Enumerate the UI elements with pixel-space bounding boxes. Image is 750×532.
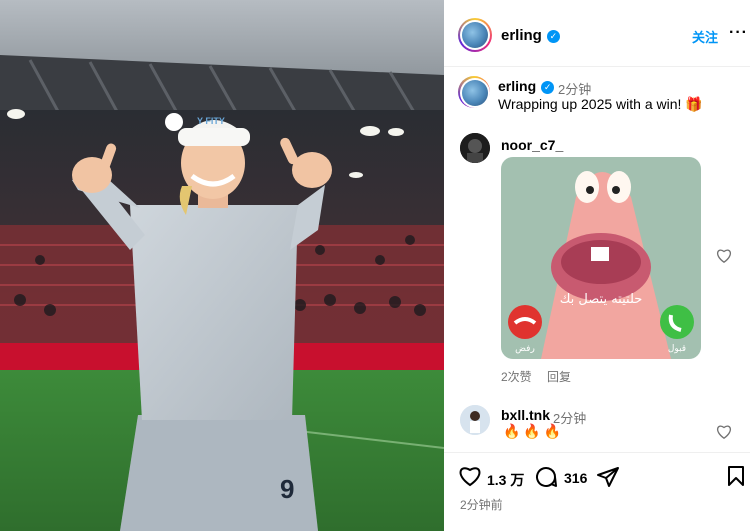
caption-author[interactable]: erling ✓ — [498, 78, 555, 94]
author-name[interactable]: erling ✓ — [501, 27, 560, 44]
post-sidebar: erling ✓ 关注 ··· erling ✓ 2分钟 Wrapping up 2… — [444, 0, 750, 532]
verified-badge-icon: ✓ — [546, 29, 560, 43]
sticker-text: حلتيته يتصل بك — [560, 292, 643, 307]
share-send-icon[interactable] — [596, 465, 620, 494]
follow-button[interactable]: 关注 — [692, 27, 718, 46]
comment-text: 🔥🔥🔥 — [503, 423, 565, 439]
commenter-name[interactable]: bxll.tnk — [501, 407, 550, 423]
caption: erling ✓ 2分钟 Wrapping up 2025 with a win!… — [444, 72, 750, 122]
commenter-avatar[interactable] — [460, 405, 490, 435]
reply-button[interactable]: 回复 — [547, 370, 571, 384]
hat-text: Y FITY — [197, 116, 225, 126]
commenter-name[interactable]: noor_c7_ — [501, 137, 563, 153]
comment-actions: 2次赞 回复 — [501, 368, 583, 385]
post-header: erling ✓ 关注 ··· — [444, 0, 750, 67]
comment-count: 316 — [564, 470, 588, 486]
decline-label: رفض — [515, 344, 535, 354]
caption-avatar[interactable] — [458, 76, 490, 108]
post-actions: 1.3 万 316 2分钟前 — [444, 452, 750, 532]
comment-likes[interactable]: 2次赞 — [501, 370, 532, 384]
author-avatar[interactable] — [458, 18, 492, 52]
author-name-text[interactable]: erling — [501, 27, 542, 44]
verified-badge-icon: ✓ — [541, 80, 555, 94]
accept-label: قبول — [668, 344, 686, 354]
post-photo: 9 Y FITY — [0, 0, 444, 531]
heart-icon[interactable] — [716, 248, 732, 268]
shorts-number: 9 — [280, 474, 294, 504]
more-icon[interactable]: ··· — [729, 24, 748, 42]
caption-author-text[interactable]: erling — [498, 78, 536, 94]
caption-text: Wrapping up 2025 with a win! 🎁 — [498, 96, 703, 112]
heart-icon[interactable] — [458, 465, 482, 492]
post-timestamp: 2分钟前 — [460, 498, 503, 512]
comment-bubble-icon[interactable] — [534, 465, 558, 494]
heart-icon[interactable] — [716, 424, 732, 444]
like-count: 1.3 万 — [487, 472, 525, 488]
comment-sticker-image: حلتيته يتصل بك رفض قبول — [501, 157, 701, 359]
bookmark-icon[interactable] — [727, 465, 745, 492]
commenter-avatar[interactable] — [460, 133, 490, 163]
